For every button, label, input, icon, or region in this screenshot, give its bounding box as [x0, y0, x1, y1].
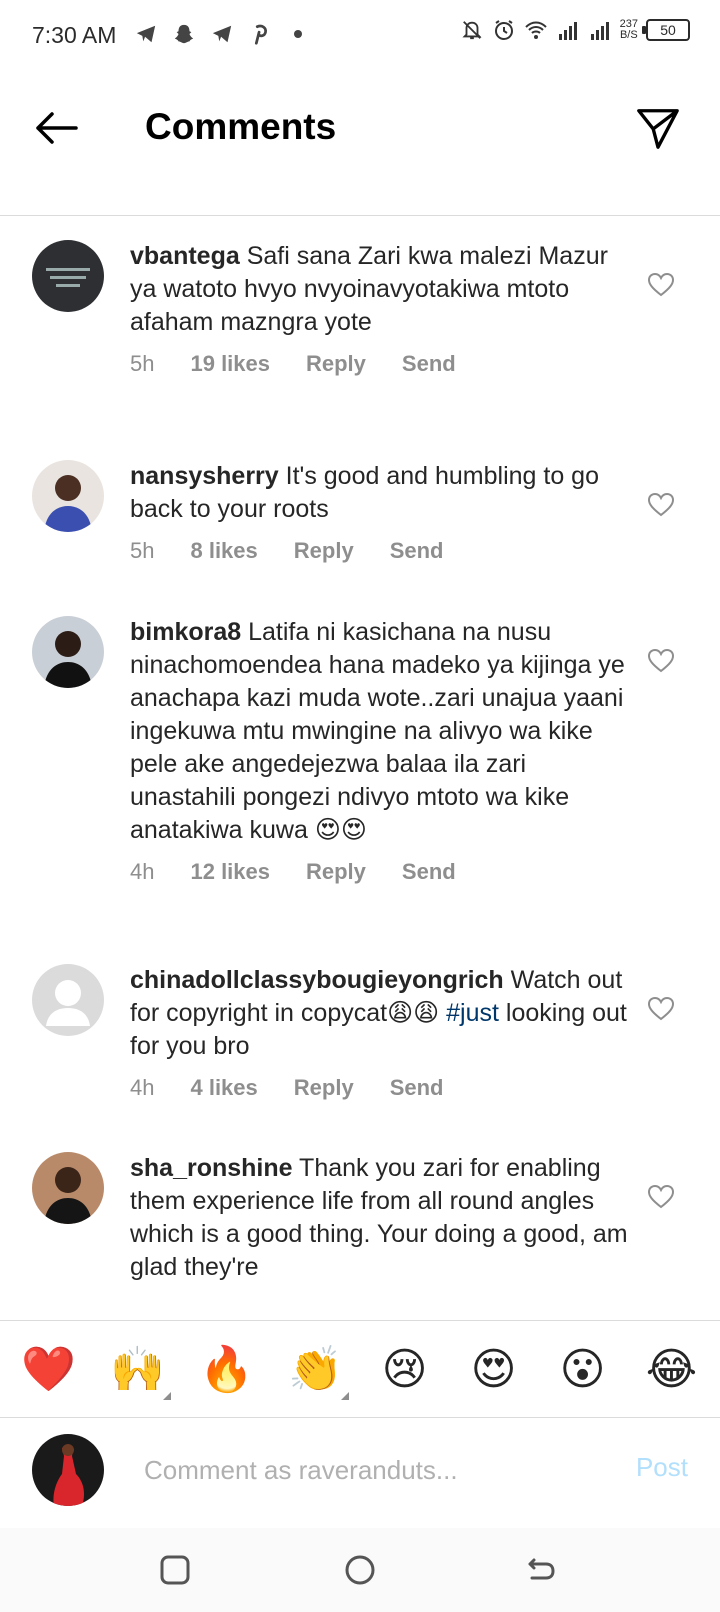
system-icons: 237 B/S 50: [460, 18, 690, 42]
heart-icon: [648, 1185, 674, 1209]
comment-body: vbantega Safi sana Zari kwa malezi Mazur…: [130, 240, 630, 380]
comment-username[interactable]: vbantega: [130, 242, 240, 270]
share-button[interactable]: [632, 102, 684, 154]
network-speed: 237 B/S: [620, 19, 638, 41]
like-button[interactable]: [646, 1182, 676, 1212]
emoji-clap[interactable]: 👏: [281, 1334, 351, 1404]
like-button[interactable]: [646, 490, 676, 520]
circle-icon: [345, 1555, 375, 1585]
comment-meta: 5h 8 likes Reply Send: [130, 534, 630, 567]
send-button[interactable]: Send: [390, 534, 444, 567]
comment-username[interactable]: chinadollclassybougieyongrich: [130, 966, 504, 994]
reply-button[interactable]: Reply: [294, 1071, 354, 1104]
dot-icon: [286, 22, 310, 46]
like-button[interactable]: [646, 270, 676, 300]
comment-composer: Post: [0, 1418, 720, 1528]
heart-icon: [648, 493, 674, 517]
reply-button[interactable]: Reply: [306, 347, 366, 380]
back-button[interactable]: [30, 102, 82, 154]
comment-body: chinadollclassybougieyongrich Watch out …: [130, 964, 630, 1104]
like-button[interactable]: [646, 646, 676, 676]
send-button[interactable]: Send: [390, 1071, 444, 1104]
avatar[interactable]: [32, 240, 104, 312]
current-user-avatar: [32, 1434, 104, 1506]
comment-text: chinadollclassybougieyongrich Watch out …: [130, 964, 630, 1063]
emoji-laughing[interactable]: 😂: [637, 1334, 707, 1404]
comment-meta: 5h 19 likes Reply Send: [130, 347, 630, 380]
comment-input[interactable]: [144, 1448, 584, 1492]
avatar[interactable]: [32, 964, 104, 1036]
emoji-bar: ❤️ 🙌 🔥 👏 😢 😍 😮 😂: [0, 1320, 720, 1418]
signal-icon: [588, 18, 612, 42]
alarm-icon: [492, 18, 516, 42]
page-title: Comments: [145, 106, 337, 147]
comment-username[interactable]: sha_ronshine: [130, 1154, 293, 1182]
comments-list[interactable]: vbantega Safi sana Zari kwa malezi Mazur…: [0, 216, 720, 1320]
comment-text: nansysherry It's good and humbling to go…: [130, 460, 630, 526]
comment-body: sha_ronshine Thank you zari for enabling…: [130, 1152, 630, 1284]
heart-icon: [648, 649, 674, 673]
comment-text: vbantega Safi sana Zari kwa malezi Mazur…: [130, 240, 630, 339]
square-icon: [160, 1555, 190, 1585]
emoji-raised-hands[interactable]: 🙌: [103, 1334, 173, 1404]
notification-icons: [134, 22, 310, 46]
emoji-heart[interactable]: ❤️: [14, 1334, 84, 1404]
comment-meta: 4h 12 likes Reply Send: [130, 855, 630, 888]
likes-count[interactable]: 12 likes: [190, 855, 270, 888]
navigation-bar: [0, 1528, 720, 1612]
wifi-icon: [524, 18, 548, 42]
likes-count[interactable]: 8 likes: [190, 534, 257, 567]
reply-button[interactable]: Reply: [306, 855, 366, 888]
pinterest-icon: [248, 22, 272, 46]
comment-body: nansysherry It's good and humbling to go…: [130, 460, 630, 567]
telegram-icon: [210, 22, 234, 46]
like-button[interactable]: [646, 994, 676, 1024]
reply-button[interactable]: Reply: [294, 534, 354, 567]
comment-time: 5h: [130, 351, 155, 376]
status-time: 7:30 AM: [32, 22, 117, 48]
comment-time: 4h: [130, 1075, 155, 1100]
heart-icon: [648, 997, 674, 1021]
paper-plane-icon: [637, 109, 679, 149]
heart-icon: [648, 273, 674, 297]
battery-indicator: 50: [642, 19, 690, 41]
recents-button[interactable]: [155, 1550, 195, 1590]
post-button[interactable]: Post: [636, 1452, 688, 1483]
emoji-fire[interactable]: 🔥: [192, 1334, 262, 1404]
comment-meta: 4h 4 likes Reply Send: [130, 1071, 630, 1104]
telegram-icon: [134, 22, 158, 46]
back-arrow-icon: [528, 1558, 555, 1580]
hashtag-link[interactable]: #just: [446, 999, 499, 1027]
back-nav-button[interactable]: [520, 1550, 560, 1590]
mute-icon: [460, 18, 484, 42]
comment-text: bimkora8 Latifa ni kasichana na nusu nin…: [130, 616, 630, 847]
comment-time: 5h: [130, 538, 155, 563]
network-speed-unit: B/S: [619, 29, 638, 41]
send-button[interactable]: Send: [402, 347, 456, 380]
header: Comments: [0, 72, 720, 216]
comment-body: bimkora8 Latifa ni kasichana na nusu nin…: [130, 616, 630, 888]
emoji-crying[interactable]: 😢: [370, 1334, 440, 1404]
comment-time: 4h: [130, 859, 155, 884]
arrow-left-icon: [36, 112, 78, 144]
avatar[interactable]: [32, 1152, 104, 1224]
snapchat-icon: [172, 22, 196, 46]
send-button[interactable]: Send: [402, 855, 456, 888]
status-bar: 7:30 AM 237 B/S 50: [0, 0, 720, 72]
avatar[interactable]: [32, 460, 104, 532]
emoji-heart-eyes[interactable]: 😍: [459, 1334, 529, 1404]
comment-username[interactable]: nansysherry: [130, 462, 279, 490]
likes-count[interactable]: 19 likes: [190, 347, 270, 380]
avatar[interactable]: [32, 616, 104, 688]
home-button[interactable]: [340, 1550, 380, 1590]
comment-username[interactable]: bimkora8: [130, 618, 241, 646]
likes-count[interactable]: 4 likes: [190, 1071, 257, 1104]
signal-icon: [556, 18, 580, 42]
comment-text: sha_ronshine Thank you zari for enabling…: [130, 1152, 630, 1284]
comment-message: Latifa ni kasichana na nusu ninachomoend…: [130, 618, 625, 844]
emoji-surprised[interactable]: 😮: [548, 1334, 618, 1404]
